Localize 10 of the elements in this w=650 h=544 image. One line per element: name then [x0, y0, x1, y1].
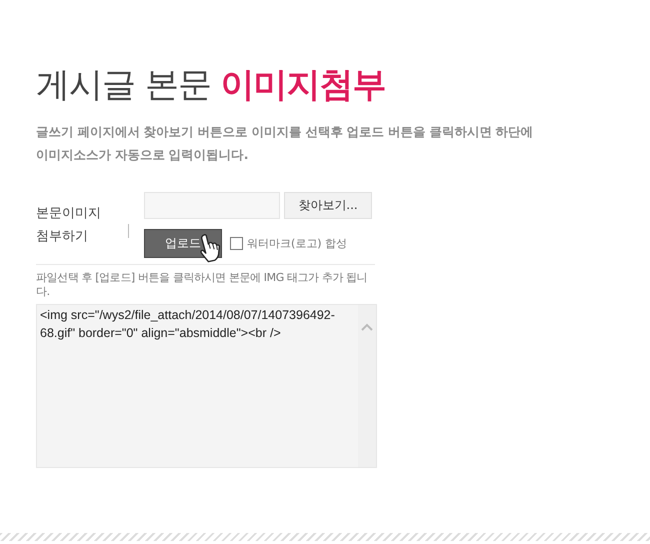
code-field[interactable]: <img src="/wys2/file_attach/2014/08/07/1407396492-68.gif" border="0" align="absmiddle"><br /> [36, 304, 377, 468]
watermark-checkbox[interactable] [230, 237, 243, 250]
file-field[interactable] [144, 192, 280, 219]
field-label: 본문이미지 첨부하기 [36, 205, 102, 246]
hint-text: 파일선택 후 [업로드] 버튼을 클릭하시면 본문에 IMG 태그가 추가 됩니다. [36, 271, 368, 299]
description-text: 글쓰기 페이지에서 찾아보기 버튼으로 이미지를 선택후 업로드 버튼을 클릭하시면 하단에 이미지소스가 자동으로 입력이됩니다. [36, 123, 534, 164]
browse-button[interactable]: 찾아보기... [284, 192, 372, 219]
scroll-up-icon[interactable] [361, 323, 373, 331]
page-title: 게시글 본문 이미지첨부 [36, 64, 387, 107]
checkbox-label: 워터마크(로고) 합성 [247, 236, 348, 251]
